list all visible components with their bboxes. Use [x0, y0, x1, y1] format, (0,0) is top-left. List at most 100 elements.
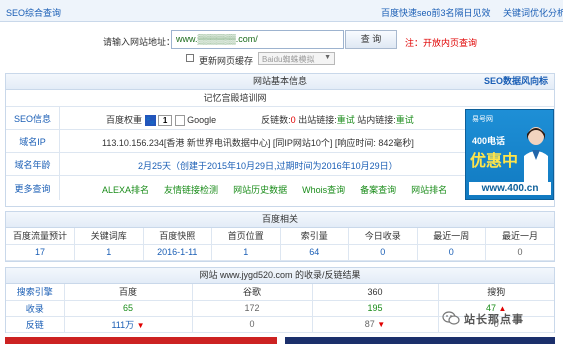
baidu-month-value: 0 — [485, 244, 554, 261]
spider-select-value: Baidu蜘蛛模拟 — [262, 55, 315, 64]
google-pr-box — [174, 115, 185, 127]
baidu-col-header: 百度流量预计 — [6, 228, 75, 245]
index-col-header: 百度 — [64, 284, 193, 301]
baidu-backlinks-value[interactable]: 111万 — [111, 320, 134, 330]
domain-age-label: 域名年龄 — [6, 153, 60, 175]
ad-banner[interactable]: 易号网 400电话 优惠中 www.400.cn — [465, 109, 554, 200]
arrow-down-icon: ▼ — [136, 320, 145, 330]
baidu-snapshot-value[interactable]: 2016-1-11 — [143, 244, 212, 261]
ad-logo: 易号网 — [472, 116, 493, 123]
basic-info-header: 网站基本信息 SEO数据风向标 — [6, 74, 554, 90]
baidu-col-header: 最近一周 — [417, 228, 486, 245]
baidu-table: 百度流量预计 关键词库 百度快照 首页位置 索引量 今日收录 最近一周 最近一月… — [6, 228, 554, 261]
index-col-header: 搜狗 — [438, 284, 554, 301]
inbound-links-retry[interactable]: 重试 — [396, 115, 414, 125]
bottom-strip-right — [285, 337, 555, 344]
index-header: 网站 www.jygd520.com 的收录/反链结果 — [6, 268, 554, 284]
baidu-header: 百度相关 — [6, 212, 554, 228]
more-query-links: ALEXA排名 友情链接检测 网站历史数据 Whois查询 备案查询 网站排名 — [102, 183, 447, 196]
s360-backlinks-value[interactable]: 87 — [365, 319, 375, 329]
watermark: 站长那点事 — [442, 308, 560, 330]
index-col-header: 谷歌 — [192, 284, 313, 301]
baidu-col-header: 今日收录 — [348, 228, 418, 245]
bottom-strip-left — [5, 337, 277, 344]
url-input[interactable]: www.▒▒▒▒▒▒.com/ — [171, 30, 344, 49]
baidu-keywords-value[interactable]: 1 — [74, 244, 144, 261]
baidu-promo-link[interactable]: 百度快速seo前3名隔日见效 — [381, 6, 491, 19]
whois-link[interactable]: Whois查询 — [302, 185, 345, 195]
baidu-col-header: 索引量 — [280, 228, 349, 245]
index-col-header: 360 — [312, 284, 439, 301]
basic-info-title: 网站基本信息 — [252, 76, 307, 86]
keyword-analysis-link[interactable]: 关键词优化分析 — [503, 6, 563, 19]
baidu-indexed-value[interactable]: 65 — [64, 300, 193, 317]
index-header-row: 搜索引擎 百度 谷歌 360 搜狗 — [6, 284, 554, 301]
seo-info-row: SEO信息 百度权重 🐾 1 Google 反链数:0 出站链接:重试 站内链接… — [6, 107, 465, 130]
inbound-links-label: 站内链接: — [357, 115, 396, 125]
baidu-homepage-rank-value[interactable]: 1 — [211, 244, 281, 261]
s360-backlinks-cell: 87 ▼ — [312, 316, 439, 333]
baidu-paw-icon: 🐾 — [144, 115, 156, 127]
domain-ip-label: 域名IP — [6, 130, 60, 152]
seo-info-content: 百度权重 🐾 1 Google 反链数:0 出站链接:重试 站内链接:重试 — [106, 113, 414, 127]
site-rank-link[interactable]: 网站排名 — [411, 185, 447, 195]
index-row-label: 收录 — [6, 300, 65, 317]
index-col-header: 搜索引擎 — [6, 284, 65, 301]
chevron-down-icon: ▼ — [324, 54, 331, 61]
domain-age-row: 域名年龄 2月25天（创建于2015年10月29日,过期时间为2016年10月2… — [6, 153, 465, 176]
inner-page-note: 注：开放内页查询 — [405, 38, 478, 48]
site-title-row: 记忆宫殿培训网 — [6, 90, 554, 107]
more-query-row: 更多查询 ALEXA排名 友情链接检测 网站历史数据 Whois查询 备案查询 … — [6, 176, 465, 200]
domain-age-text: 2月25天（创建于2015年10月29日,过期时间为2016年10月29日） — [138, 161, 398, 171]
search-row: 请输入网站地址： www.▒▒▒▒▒▒.com/ 查 询 注：开放内页查询 — [0, 30, 563, 52]
reverse-links-value: 0 — [290, 115, 296, 125]
baidu-index-value[interactable]: 64 — [280, 244, 349, 261]
s360-indexed-value[interactable]: 195 — [312, 300, 439, 317]
watermark-text: 站长那点事 — [464, 314, 524, 326]
index-row-label: 反链 — [6, 316, 65, 333]
domain-ip-row: 域名IP 113.10.156.234[香港 新世界电讯数据中心] [同IP网站… — [6, 130, 465, 153]
baidu-header-row: 百度流量预计 关键词库 百度快照 首页位置 索引量 今日收录 最近一周 最近一月 — [6, 228, 554, 245]
index-header-title: 网站 www.jygd520.com 的收录/反链结果 — [199, 270, 361, 280]
outbound-links-label: 出站链接: — [298, 115, 337, 125]
wechat-icon — [442, 311, 460, 325]
site-history-link[interactable]: 网站历史数据 — [233, 185, 287, 195]
update-cache-label: 更新网页缓存 — [199, 56, 254, 66]
cache-row: 更新网页缓存 Baidu蜘蛛模拟 ▼ — [0, 52, 563, 66]
site-title: 记忆宫殿培训网 — [203, 93, 267, 103]
baidu-today-value[interactable]: 0 — [348, 244, 418, 261]
google-indexed-value[interactable]: 172 — [192, 300, 313, 317]
alexa-rank-link[interactable]: ALEXA排名 — [102, 185, 149, 195]
baidu-traffic-value[interactable]: 17 — [6, 244, 75, 261]
reverse-links-label: 反链数: — [261, 115, 291, 125]
ad-headline: 400电话 — [472, 136, 506, 146]
icp-query-link[interactable]: 备案查询 — [360, 185, 396, 195]
ad-url: www.400.cn — [469, 182, 551, 195]
top-bar: SEO综合查询 百度快速seo前3名隔日见效 关键词优化分析 — [0, 0, 563, 22]
ad-slogan: 优惠中 — [470, 153, 519, 170]
baidu-header-title: 百度相关 — [261, 214, 298, 224]
more-query-label: 更多查询 — [6, 176, 60, 200]
baidu-col-header: 关键词库 — [74, 228, 144, 245]
outbound-links-retry[interactable]: 重试 — [337, 115, 355, 125]
baidu-col-header: 首页位置 — [211, 228, 281, 245]
baidu-backlinks-cell: 111万 ▼ — [64, 316, 193, 333]
update-cache-checkbox[interactable] — [186, 54, 194, 62]
google-backlinks-value[interactable]: 0 — [192, 316, 313, 333]
baidu-col-header: 最近一月 — [485, 228, 554, 245]
baidu-weight-label: 百度权重 — [106, 115, 143, 125]
domain-ip-text: 113.10.156.234[香港 新世界电讯数据中心] [同IP网站10个] … — [102, 138, 414, 148]
arrow-down-icon: ▼ — [377, 320, 386, 329]
bottom-strip — [0, 337, 563, 344]
seo-query-link[interactable]: SEO综合查询 — [6, 6, 61, 19]
url-label: 请输入网站地址： — [103, 37, 176, 47]
friend-link-check-link[interactable]: 友情链接检测 — [164, 185, 218, 195]
spider-select[interactable]: Baidu蜘蛛模拟 ▼ — [258, 52, 335, 65]
baidu-weight-value: 1 — [158, 115, 173, 127]
baidu-value-row: 17 1 2016-1-11 1 64 0 0 0 — [6, 244, 554, 261]
baidu-week-value[interactable]: 0 — [417, 244, 486, 261]
ad-person-icon — [524, 127, 548, 182]
query-button[interactable]: 查 询 — [345, 30, 397, 49]
baidu-col-header: 百度快照 — [143, 228, 212, 245]
seo-trend-link[interactable]: SEO数据风向标 — [484, 74, 548, 89]
